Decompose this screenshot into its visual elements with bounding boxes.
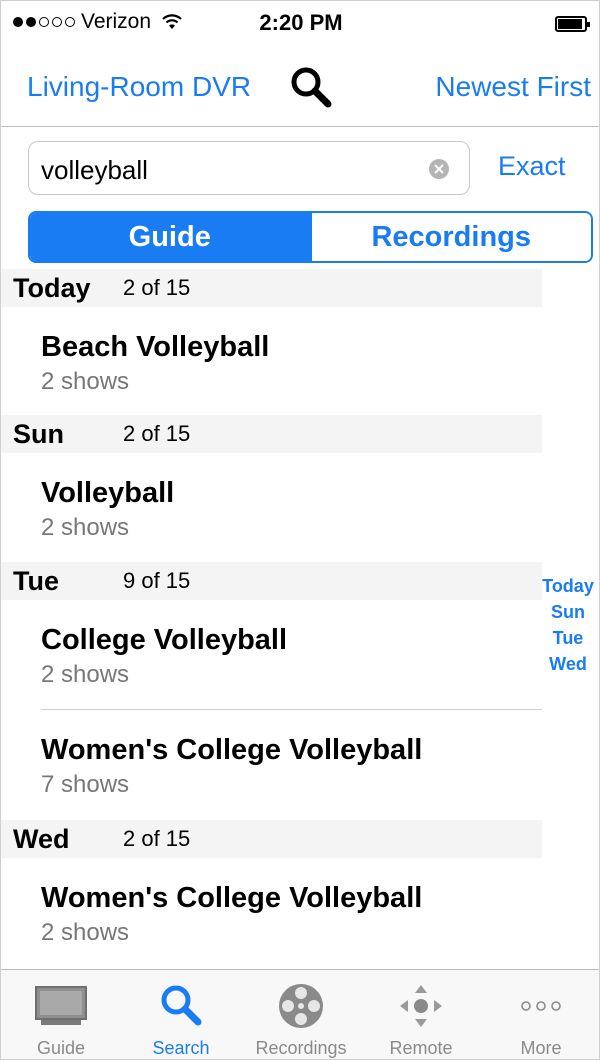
dvr-selector[interactable]: Living-Room DVR bbox=[27, 71, 251, 103]
index-tue[interactable]: Tue bbox=[539, 625, 597, 651]
clear-icon[interactable] bbox=[429, 159, 449, 179]
exact-match-button[interactable]: Exact bbox=[498, 151, 566, 182]
search-icon bbox=[151, 980, 211, 1032]
ellipsis-icon bbox=[511, 980, 571, 1032]
show-count: 2 shows bbox=[41, 661, 130, 688]
tab-recordings[interactable]: Recordings bbox=[241, 970, 361, 1059]
tab-more[interactable]: More bbox=[481, 970, 599, 1059]
tab-label: Guide bbox=[36, 1038, 86, 1058]
status-bar: Verizon 2:20 PM bbox=[1, 1, 599, 45]
dpad-icon bbox=[391, 980, 451, 1032]
show-count: 7 shows bbox=[41, 771, 130, 798]
segment-guide[interactable]: Guide bbox=[30, 213, 310, 261]
sort-order-button[interactable]: Newest First bbox=[435, 71, 591, 103]
tab-label: Remote bbox=[389, 1038, 453, 1058]
list-item[interactable]: Women's College Volleyball 2 shows bbox=[1, 858, 542, 968]
section-day: Tue bbox=[13, 565, 59, 596]
tab-label: More bbox=[520, 1038, 562, 1058]
section-count: 9 of 15 bbox=[123, 568, 191, 593]
section-count: 2 of 15 bbox=[123, 826, 191, 851]
section-count: 2 of 15 bbox=[123, 421, 191, 446]
tab-search[interactable]: Search bbox=[121, 970, 241, 1059]
show-title: Volleyball bbox=[41, 477, 175, 509]
status-time: 2:20 PM bbox=[259, 10, 343, 35]
section-header-tue: Tue 9 of 15 bbox=[1, 562, 542, 600]
index-wed[interactable]: Wed bbox=[539, 651, 597, 677]
section-header-today: Today 2 of 15 bbox=[1, 269, 542, 307]
list-item[interactable]: College Volleyball 2 shows bbox=[1, 600, 542, 710]
section-count: 2 of 15 bbox=[123, 275, 191, 300]
index-today[interactable]: Today bbox=[539, 573, 597, 599]
list-item[interactable]: Women's College Volleyball 7 shows bbox=[1, 710, 542, 820]
tab-guide[interactable]: Guide bbox=[1, 970, 121, 1059]
show-count: 2 shows bbox=[41, 919, 130, 946]
app-screen: Verizon 2:20 PM Living-Room DVR Newest F… bbox=[0, 0, 600, 1060]
tab-label: Recordings bbox=[255, 1038, 347, 1058]
section-day: Wed bbox=[13, 823, 70, 854]
show-count: 2 shows bbox=[41, 514, 130, 541]
navigation-bar: Living-Room DVR Newest First bbox=[1, 45, 599, 127]
tv-icon bbox=[31, 980, 91, 1032]
battery-icon bbox=[555, 16, 590, 32]
search-input-text: volleyball bbox=[41, 155, 148, 185]
list-item[interactable]: Beach Volleyball 2 shows bbox=[1, 307, 542, 415]
section-day: Today bbox=[13, 272, 91, 303]
show-title: Women's College Volleyball bbox=[41, 734, 423, 766]
results-list: Today 2 of 15 Beach Volleyball 2 shows S… bbox=[1, 269, 542, 968]
show-title: College Volleyball bbox=[41, 624, 288, 656]
section-header-wed: Wed 2 of 15 bbox=[1, 820, 542, 858]
film-reel-icon bbox=[271, 980, 331, 1032]
tab-label: Search bbox=[152, 1038, 210, 1058]
search-input[interactable]: volleyball bbox=[28, 141, 470, 195]
section-index: Today Sun Tue Wed bbox=[539, 573, 597, 677]
tab-remote[interactable]: Remote bbox=[361, 970, 481, 1059]
segment-recordings[interactable]: Recordings bbox=[309, 213, 591, 261]
section-day: Sun bbox=[13, 418, 64, 449]
source-segmented-control: Guide Recordings bbox=[28, 211, 593, 263]
list-item[interactable]: Volleyball 2 shows bbox=[1, 453, 542, 562]
show-title: Women's College Volleyball bbox=[41, 882, 423, 914]
tab-bar: Guide Search Recordings Remote More bbox=[1, 969, 599, 1059]
section-header-sun: Sun 2 of 15 bbox=[1, 415, 542, 453]
search-icon[interactable] bbox=[287, 63, 337, 113]
show-count: 2 shows bbox=[41, 368, 130, 395]
index-sun[interactable]: Sun bbox=[539, 599, 597, 625]
show-title: Beach Volleyball bbox=[41, 331, 270, 363]
